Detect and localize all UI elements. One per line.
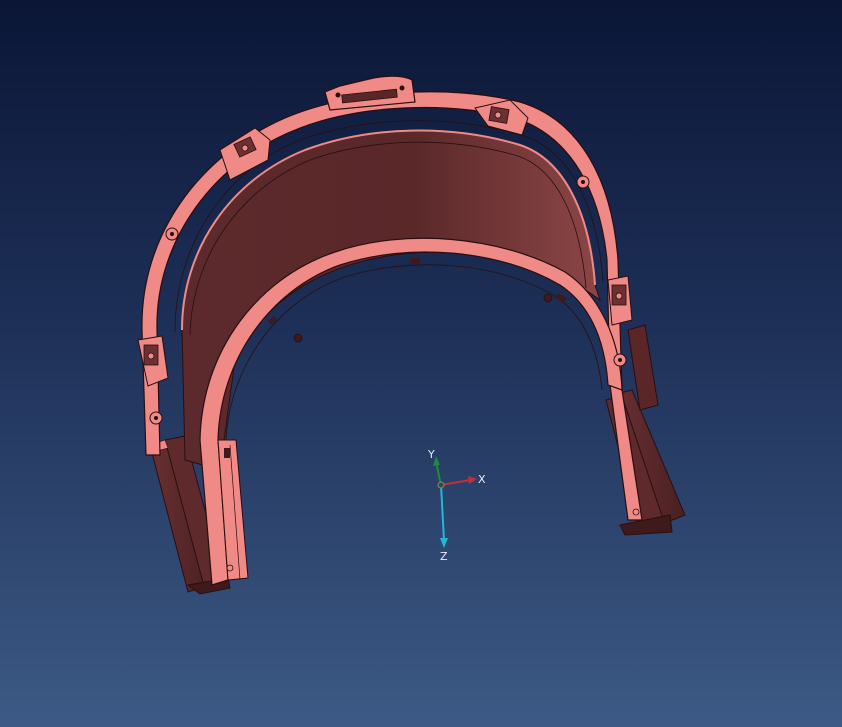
y-axis-label: Y bbox=[427, 448, 435, 461]
clip-bracket-left bbox=[137, 335, 169, 387]
cad-model[interactable] bbox=[0, 0, 842, 727]
clip-bracket-right bbox=[607, 275, 633, 326]
z-axis-label: Z bbox=[440, 550, 448, 563]
inner-wall bbox=[181, 130, 601, 471]
triad-origin bbox=[437, 481, 445, 489]
axis-triad: Y X Z bbox=[427, 448, 486, 563]
3d-viewport[interactable]: Y X Z bbox=[0, 0, 842, 727]
x-axis-label: X bbox=[478, 473, 486, 486]
x-axis-line bbox=[440, 479, 471, 486]
z-axis-arrow bbox=[440, 538, 448, 548]
x-axis-arrow bbox=[468, 476, 477, 484]
z-axis-line bbox=[440, 484, 445, 541]
